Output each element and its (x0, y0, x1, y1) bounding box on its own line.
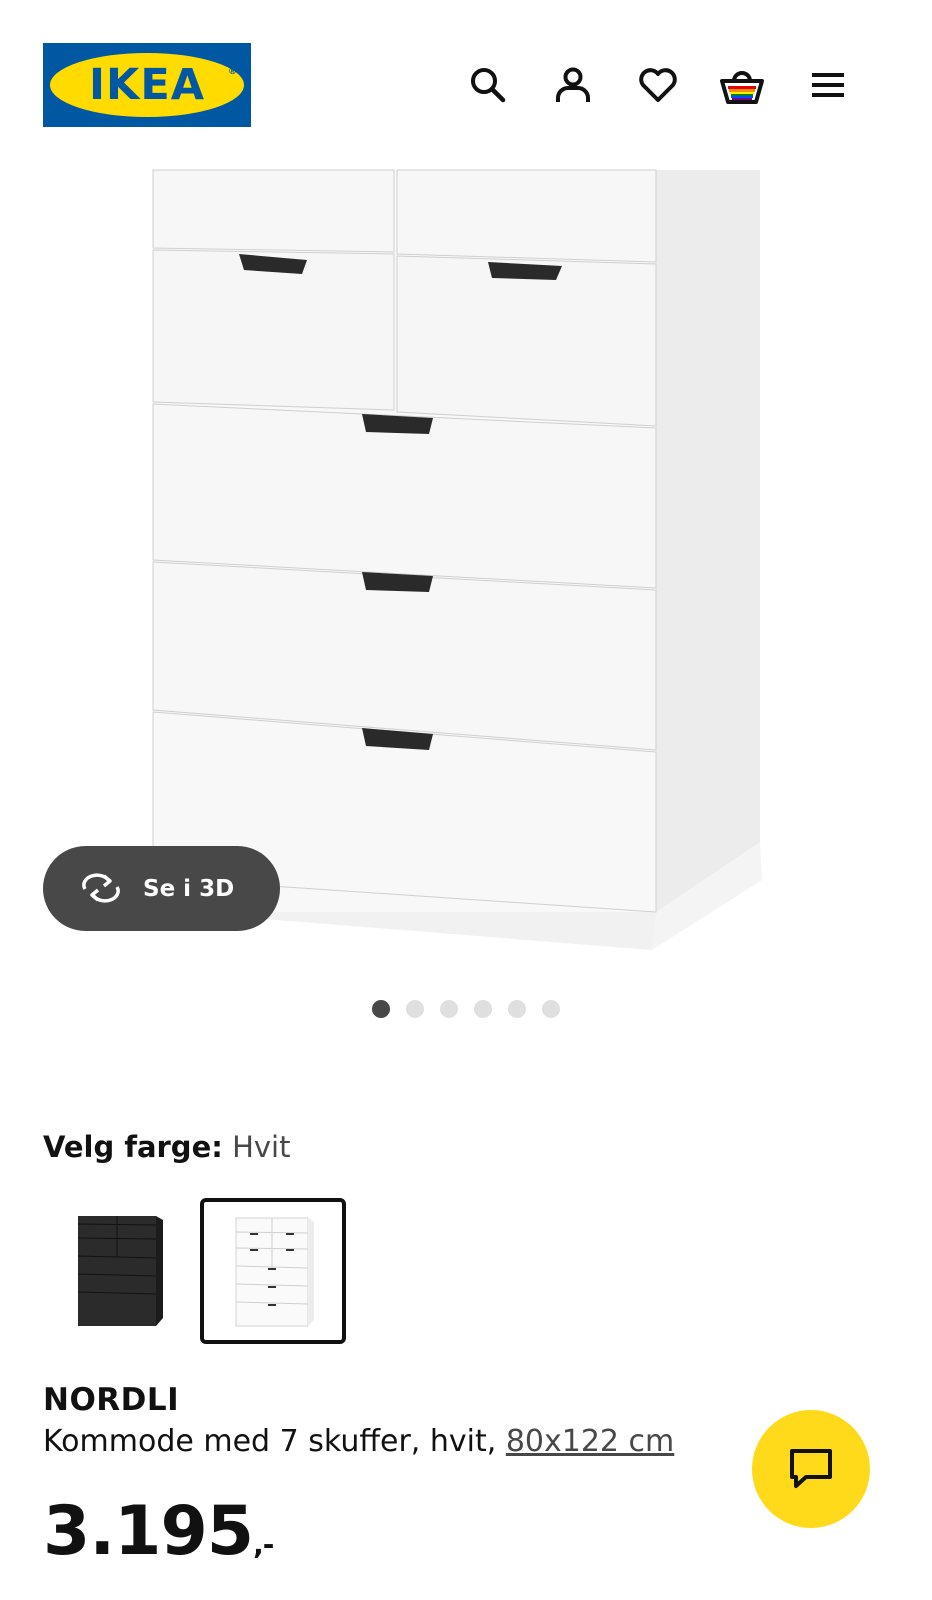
logo-text: IKEA (89, 60, 205, 110)
color-selection-label: Velg farge: Hvit (43, 1130, 290, 1164)
price-value: 3.195 (43, 1492, 254, 1571)
product-name: NORDLI (43, 1382, 180, 1418)
price-suffix: ,- (253, 1528, 274, 1561)
color-label: Velg farge: (43, 1130, 223, 1164)
selected-color-value: Hvit (232, 1130, 291, 1164)
product-price: 3.195,- (43, 1492, 274, 1571)
ikea-logo[interactable]: IKEA ® (43, 43, 251, 127)
gallery-pagination (0, 1000, 932, 1018)
product-description: Kommode med 7 skuffer, hvit, 80x122 cm (43, 1424, 674, 1459)
pagination-dot[interactable] (372, 1000, 390, 1018)
menu-icon[interactable] (805, 62, 851, 108)
chat-button[interactable] (752, 1410, 870, 1528)
cart-icon[interactable] (719, 62, 765, 108)
heart-icon[interactable] (635, 62, 681, 108)
registered-mark: ® (228, 67, 237, 77)
search-icon[interactable] (465, 62, 511, 108)
rotate-3d-icon (82, 872, 120, 903)
color-option-black[interactable] (53, 1198, 199, 1344)
color-option-white[interactable] (200, 1198, 346, 1344)
pagination-dot[interactable] (542, 1000, 560, 1018)
product-dimensions-link[interactable]: 80x122 cm (506, 1424, 674, 1459)
pagination-dot[interactable] (440, 1000, 458, 1018)
chat-icon (790, 1449, 832, 1488)
pagination-dot[interactable] (406, 1000, 424, 1018)
view-3d-label: Se i 3D (143, 875, 235, 902)
pagination-dot[interactable] (474, 1000, 492, 1018)
view-3d-button[interactable]: Se i 3D (43, 846, 280, 931)
product-description-text: Kommode med 7 skuffer, hvit, (43, 1424, 497, 1459)
user-icon[interactable] (550, 62, 596, 108)
pagination-dot[interactable] (508, 1000, 526, 1018)
